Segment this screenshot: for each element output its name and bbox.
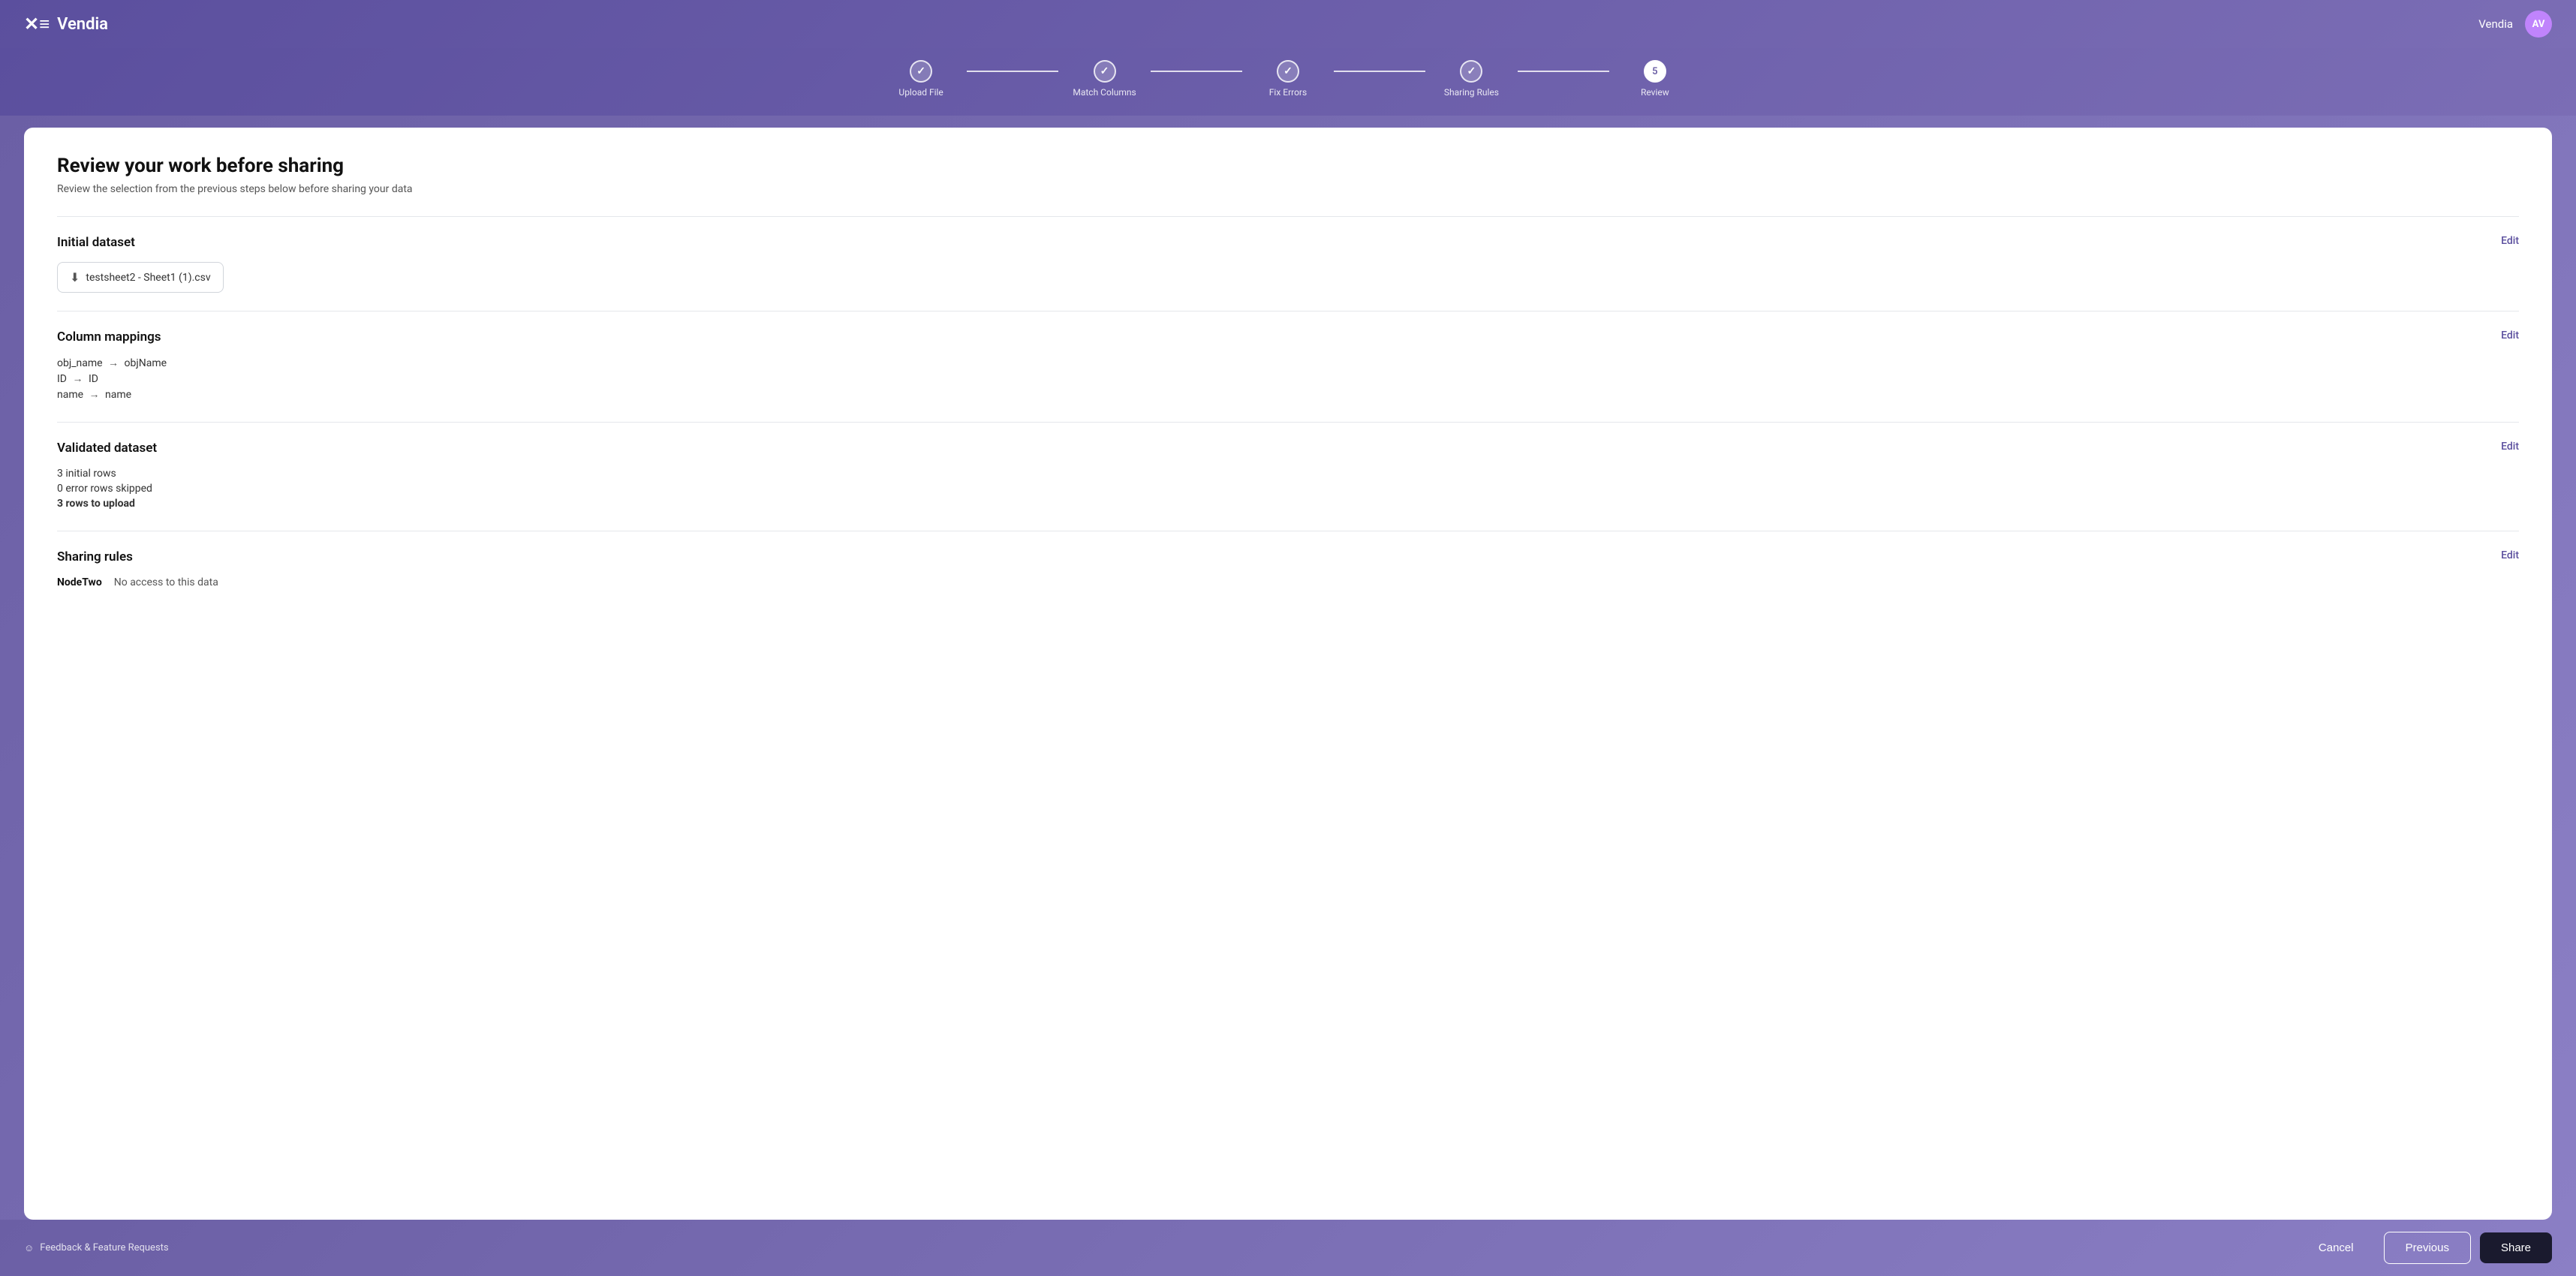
step-circle-upload: ✓ <box>910 60 932 83</box>
step-label-upload: Upload File <box>898 87 943 98</box>
share-button[interactable]: Share <box>2480 1232 2552 1263</box>
access-label: No access to this data <box>114 576 218 588</box>
section-header-initial: Initial dataset Edit <box>57 235 2519 250</box>
edit-validated-dataset[interactable]: Edit <box>2501 441 2519 453</box>
step-circle-match: ✓ <box>1094 60 1116 83</box>
mappings-list: obj_name → objName ID → ID name → name <box>57 357 2519 401</box>
step-circle-sharing: ✓ <box>1460 60 1482 83</box>
step-circle-fix: ✓ <box>1277 60 1299 83</box>
app-name-display: Vendia <box>2478 17 2513 31</box>
edit-column-mappings[interactable]: Edit <box>2501 330 2519 342</box>
stepper-container: ✓ Upload File ✓ Match Columns ✓ Fix Erro… <box>0 48 2576 116</box>
section-initial-dataset: Initial dataset Edit ⬇ testsheet2 - Shee… <box>57 216 2519 311</box>
section-header-validated: Validated dataset Edit <box>57 441 2519 456</box>
logo-icon: ✕≡ <box>24 14 50 35</box>
step-match-columns: ✓ Match Columns <box>1058 60 1150 98</box>
section-title-validated: Validated dataset <box>57 441 157 456</box>
stepper: ✓ Upload File ✓ Match Columns ✓ Fix Erro… <box>875 60 1701 98</box>
logo: ✕≡ Vendia <box>24 14 108 35</box>
card-subtitle: Review the selection from the previous s… <box>57 183 2519 195</box>
header-right: Vendia AV <box>2478 11 2552 38</box>
section-header-sharing: Sharing rules Edit <box>57 549 2519 564</box>
avatar: AV <box>2525 11 2552 38</box>
step-sharing-rules: ✓ Sharing Rules <box>1425 60 1517 98</box>
node-name: NodeTwo <box>57 576 102 588</box>
section-column-mappings: Column mappings Edit obj_name → objName … <box>57 311 2519 422</box>
connector-2 <box>1151 71 1242 72</box>
step-label-review: Review <box>1641 87 1669 98</box>
section-title-sharing: Sharing rules <box>57 549 133 564</box>
step-label-fix: Fix Errors <box>1269 87 1307 98</box>
download-icon: ⬇ <box>70 270 80 284</box>
footer-feedback[interactable]: ☺ Feedback & Feature Requests <box>24 1242 169 1254</box>
step-label-sharing: Sharing Rules <box>1444 87 1499 98</box>
stats-list: 3 initial rows 0 error rows skipped 3 ro… <box>57 468 2519 510</box>
step-review: 5 Review <box>1609 60 1701 98</box>
stat-error-rows: 0 error rows skipped <box>57 483 2519 495</box>
edit-sharing-rules[interactable]: Edit <box>2501 549 2519 561</box>
connector-3 <box>1334 71 1425 72</box>
footer: ☺ Feedback & Feature Requests Cancel Pre… <box>0 1220 2576 1276</box>
mapping-item-3: name → name <box>57 388 2519 401</box>
step-circle-review: 5 <box>1644 60 1666 83</box>
app-name: Vendia <box>57 15 108 34</box>
review-card: Review your work before sharing Review t… <box>24 128 2552 1220</box>
section-title-initial: Initial dataset <box>57 235 135 250</box>
file-name: testsheet2 - Sheet1 (1).csv <box>86 272 210 284</box>
section-title-mappings: Column mappings <box>57 330 161 345</box>
feedback-label: Feedback & Feature Requests <box>40 1242 168 1253</box>
previous-button[interactable]: Previous <box>2384 1232 2471 1264</box>
connector-1 <box>967 71 1058 72</box>
section-validated-dataset: Validated dataset Edit 3 initial rows 0 … <box>57 422 2519 531</box>
step-upload-file: ✓ Upload File <box>875 60 967 98</box>
stat-rows-to-upload: 3 rows to upload <box>57 498 2519 510</box>
main-wrapper: Review your work before sharing Review t… <box>0 116 2576 1220</box>
section-header-mappings: Column mappings Edit <box>57 330 2519 345</box>
cancel-button[interactable]: Cancel <box>2298 1232 2375 1263</box>
mapping-item-2: ID → ID <box>57 372 2519 385</box>
file-chip: ⬇ testsheet2 - Sheet1 (1).csv <box>57 262 224 293</box>
connector-4 <box>1518 71 1609 72</box>
edit-initial-dataset[interactable]: Edit <box>2501 235 2519 247</box>
section-sharing-rules: Sharing rules Edit NodeTwo No access to … <box>57 531 2519 606</box>
step-fix-errors: ✓ Fix Errors <box>1242 60 1334 98</box>
stat-initial-rows: 3 initial rows <box>57 468 2519 480</box>
mapping-item-1: obj_name → objName <box>57 357 2519 369</box>
feedback-icon: ☺ <box>24 1242 34 1254</box>
card-title: Review your work before sharing <box>57 155 2519 177</box>
step-label-match: Match Columns <box>1073 87 1136 98</box>
sharing-row: NodeTwo No access to this data <box>57 576 2519 588</box>
header: ✕≡ Vendia Vendia AV <box>0 0 2576 48</box>
